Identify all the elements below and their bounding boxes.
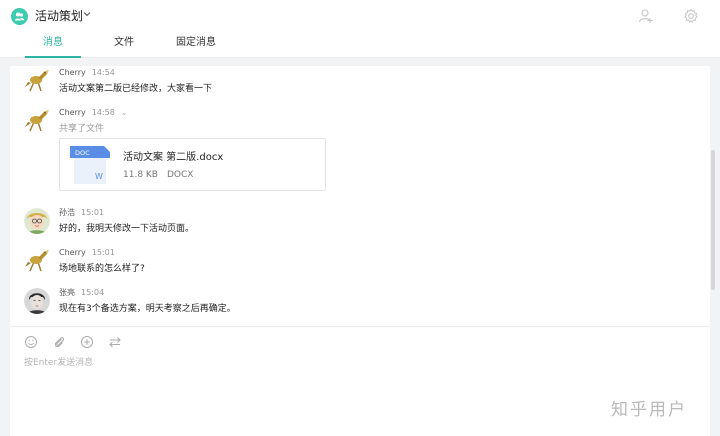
- avatar[interactable]: [24, 208, 50, 234]
- file-icon-label: DOC: [75, 149, 90, 157]
- message-text: 场地联系的怎么样了?: [59, 264, 145, 274]
- chevron-down-icon[interactable]: [83, 10, 91, 18]
- message-meta: 张亮 15:04: [59, 288, 104, 298]
- sender-name: Cherry: [59, 108, 86, 117]
- file-card[interactable]: DOC W 活动文案 第二版.docx 11.8 KB DOCX: [59, 138, 326, 191]
- message-text: 现在有3个备选方案，明天考察之后再确定。: [59, 304, 236, 314]
- gear-icon[interactable]: [683, 8, 699, 24]
- emoji-icon[interactable]: [24, 335, 38, 349]
- chat-header: 活动策划: [0, 0, 720, 32]
- avatar[interactable]: [24, 108, 50, 134]
- file-info: 11.8 KB DOCX: [123, 170, 193, 181]
- separator: [0, 58, 720, 66]
- tab-files[interactable]: 文件: [114, 36, 134, 50]
- message-text: 好的，我明天修改一下活动页面。: [59, 224, 195, 234]
- file-icon-letter: W: [95, 172, 103, 181]
- sender-name: Cherry: [59, 68, 86, 77]
- message-meta: Cherry 15:01: [59, 248, 115, 258]
- message-time: 14:54: [91, 68, 115, 77]
- avatar[interactable]: [24, 288, 50, 314]
- message-list[interactable]: Cherry 14:54 活动文案第二版已经修改，大家看一下 Cherry 14:5…: [10, 66, 710, 326]
- avatar[interactable]: [24, 68, 50, 94]
- swap-icon[interactable]: [108, 335, 122, 349]
- tab-messages[interactable]: 消息: [43, 36, 63, 50]
- message-time: 15:04: [81, 288, 105, 297]
- message-meta: Cherry 14:58 ⌄: [59, 108, 128, 118]
- left-gutter: [0, 66, 10, 436]
- group-title[interactable]: 活动策划: [35, 8, 83, 24]
- add-member-icon[interactable]: [638, 8, 654, 24]
- scrollbar[interactable]: [711, 150, 715, 290]
- sender-name: 孙浩: [59, 208, 75, 217]
- file-type: DOCX: [166, 170, 194, 180]
- tab-pinned[interactable]: 固定消息: [176, 36, 216, 50]
- message-subtext: 共享了文件: [59, 124, 105, 134]
- message-time: 15:01: [91, 248, 115, 257]
- watermark: 知乎用户: [611, 400, 687, 420]
- sender-name: 张亮: [59, 288, 75, 297]
- avatar[interactable]: [24, 248, 50, 274]
- file-name[interactable]: 活动文案 第二版.docx: [123, 151, 223, 164]
- chevron-down-icon[interactable]: ⌄: [121, 108, 128, 117]
- message-text: 活动文案第二版已经修改，大家看一下: [59, 84, 213, 94]
- message-meta: Cherry 14:54: [59, 68, 115, 78]
- word-file-icon: DOC W: [70, 146, 110, 184]
- add-circle-icon[interactable]: [80, 335, 94, 349]
- message-meta: 孙浩 15:01: [59, 208, 104, 218]
- group-icon: [11, 8, 28, 25]
- file-size: 11.8 KB: [123, 170, 158, 180]
- sender-name: Cherry: [59, 248, 86, 257]
- attachment-icon[interactable]: [52, 335, 66, 349]
- message-time: 14:58: [91, 108, 115, 117]
- tab-bar: 消息 文件 固定消息: [0, 32, 720, 58]
- message-input[interactable]: [24, 355, 694, 425]
- composer: [10, 326, 710, 436]
- message-time: 15:01: [81, 208, 105, 217]
